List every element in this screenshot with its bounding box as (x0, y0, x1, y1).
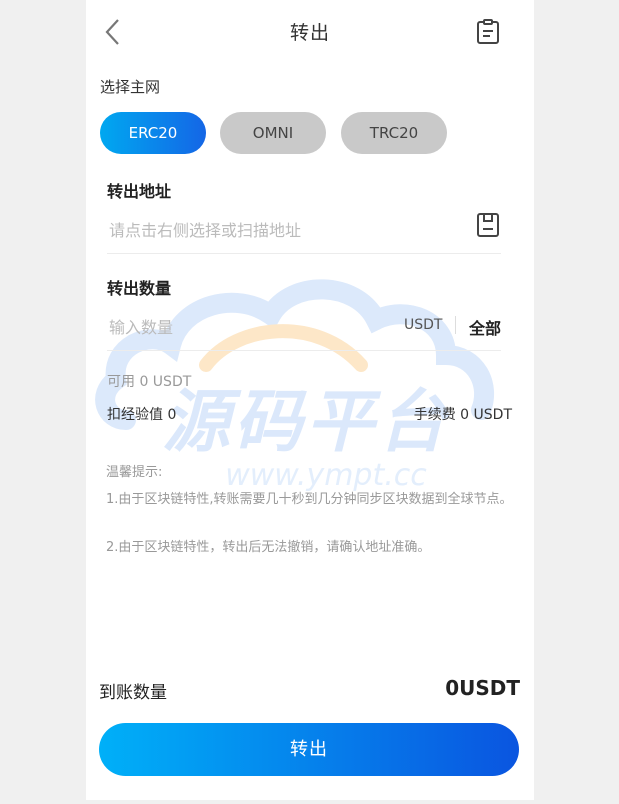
address-divider (107, 253, 501, 254)
network-label: 选择主网 (100, 78, 161, 96)
receive-value: 0USDT (445, 676, 520, 700)
fee-text: 手续费 0 USDT (413, 407, 512, 423)
transfer-page: 源码平台 www.ympt.cc 转出 选择主网 ERC20 OMNI TRC2… (86, 0, 534, 800)
header-bar: 转出 (86, 0, 534, 64)
record-button[interactable] (474, 18, 502, 46)
deduct-experience: 扣经验值 0 (107, 407, 177, 423)
clipboard-list-icon (477, 19, 499, 44)
amount-divider (107, 350, 501, 351)
address-input[interactable] (107, 216, 461, 244)
page-title: 转出 (289, 22, 330, 44)
address-book-button[interactable] (475, 211, 501, 239)
chip-trc20[interactable]: TRC20 (341, 112, 447, 154)
submit-button[interactable]: 转出 (99, 723, 519, 776)
amount-unit: USDT (404, 317, 443, 333)
watermark-url: www.ympt.cc (225, 458, 427, 493)
available-balance: 可用 0 USDT (107, 374, 192, 390)
unit-separator (455, 316, 456, 334)
tips-title: 温馨提示: (106, 465, 163, 480)
address-book-icon (477, 213, 499, 237)
amount-title: 转出数量 (107, 279, 172, 298)
watermark-text: 源码平台 (162, 383, 450, 462)
tip-item-1: 1.由于区块链特性,转账需要几十秒到几分钟同步区块数据到全球节点。 (106, 492, 513, 507)
amount-input[interactable] (107, 313, 371, 341)
tip-item-2: 2.由于区块链特性，转出后无法撤销，请确认地址准确。 (106, 540, 431, 555)
address-title: 转出地址 (107, 182, 172, 201)
receive-label: 到账数量 (99, 683, 167, 703)
chip-erc20[interactable]: ERC20 (100, 112, 206, 154)
chip-omni[interactable]: OMNI (220, 112, 326, 154)
all-button[interactable]: 全部 (469, 315, 501, 339)
